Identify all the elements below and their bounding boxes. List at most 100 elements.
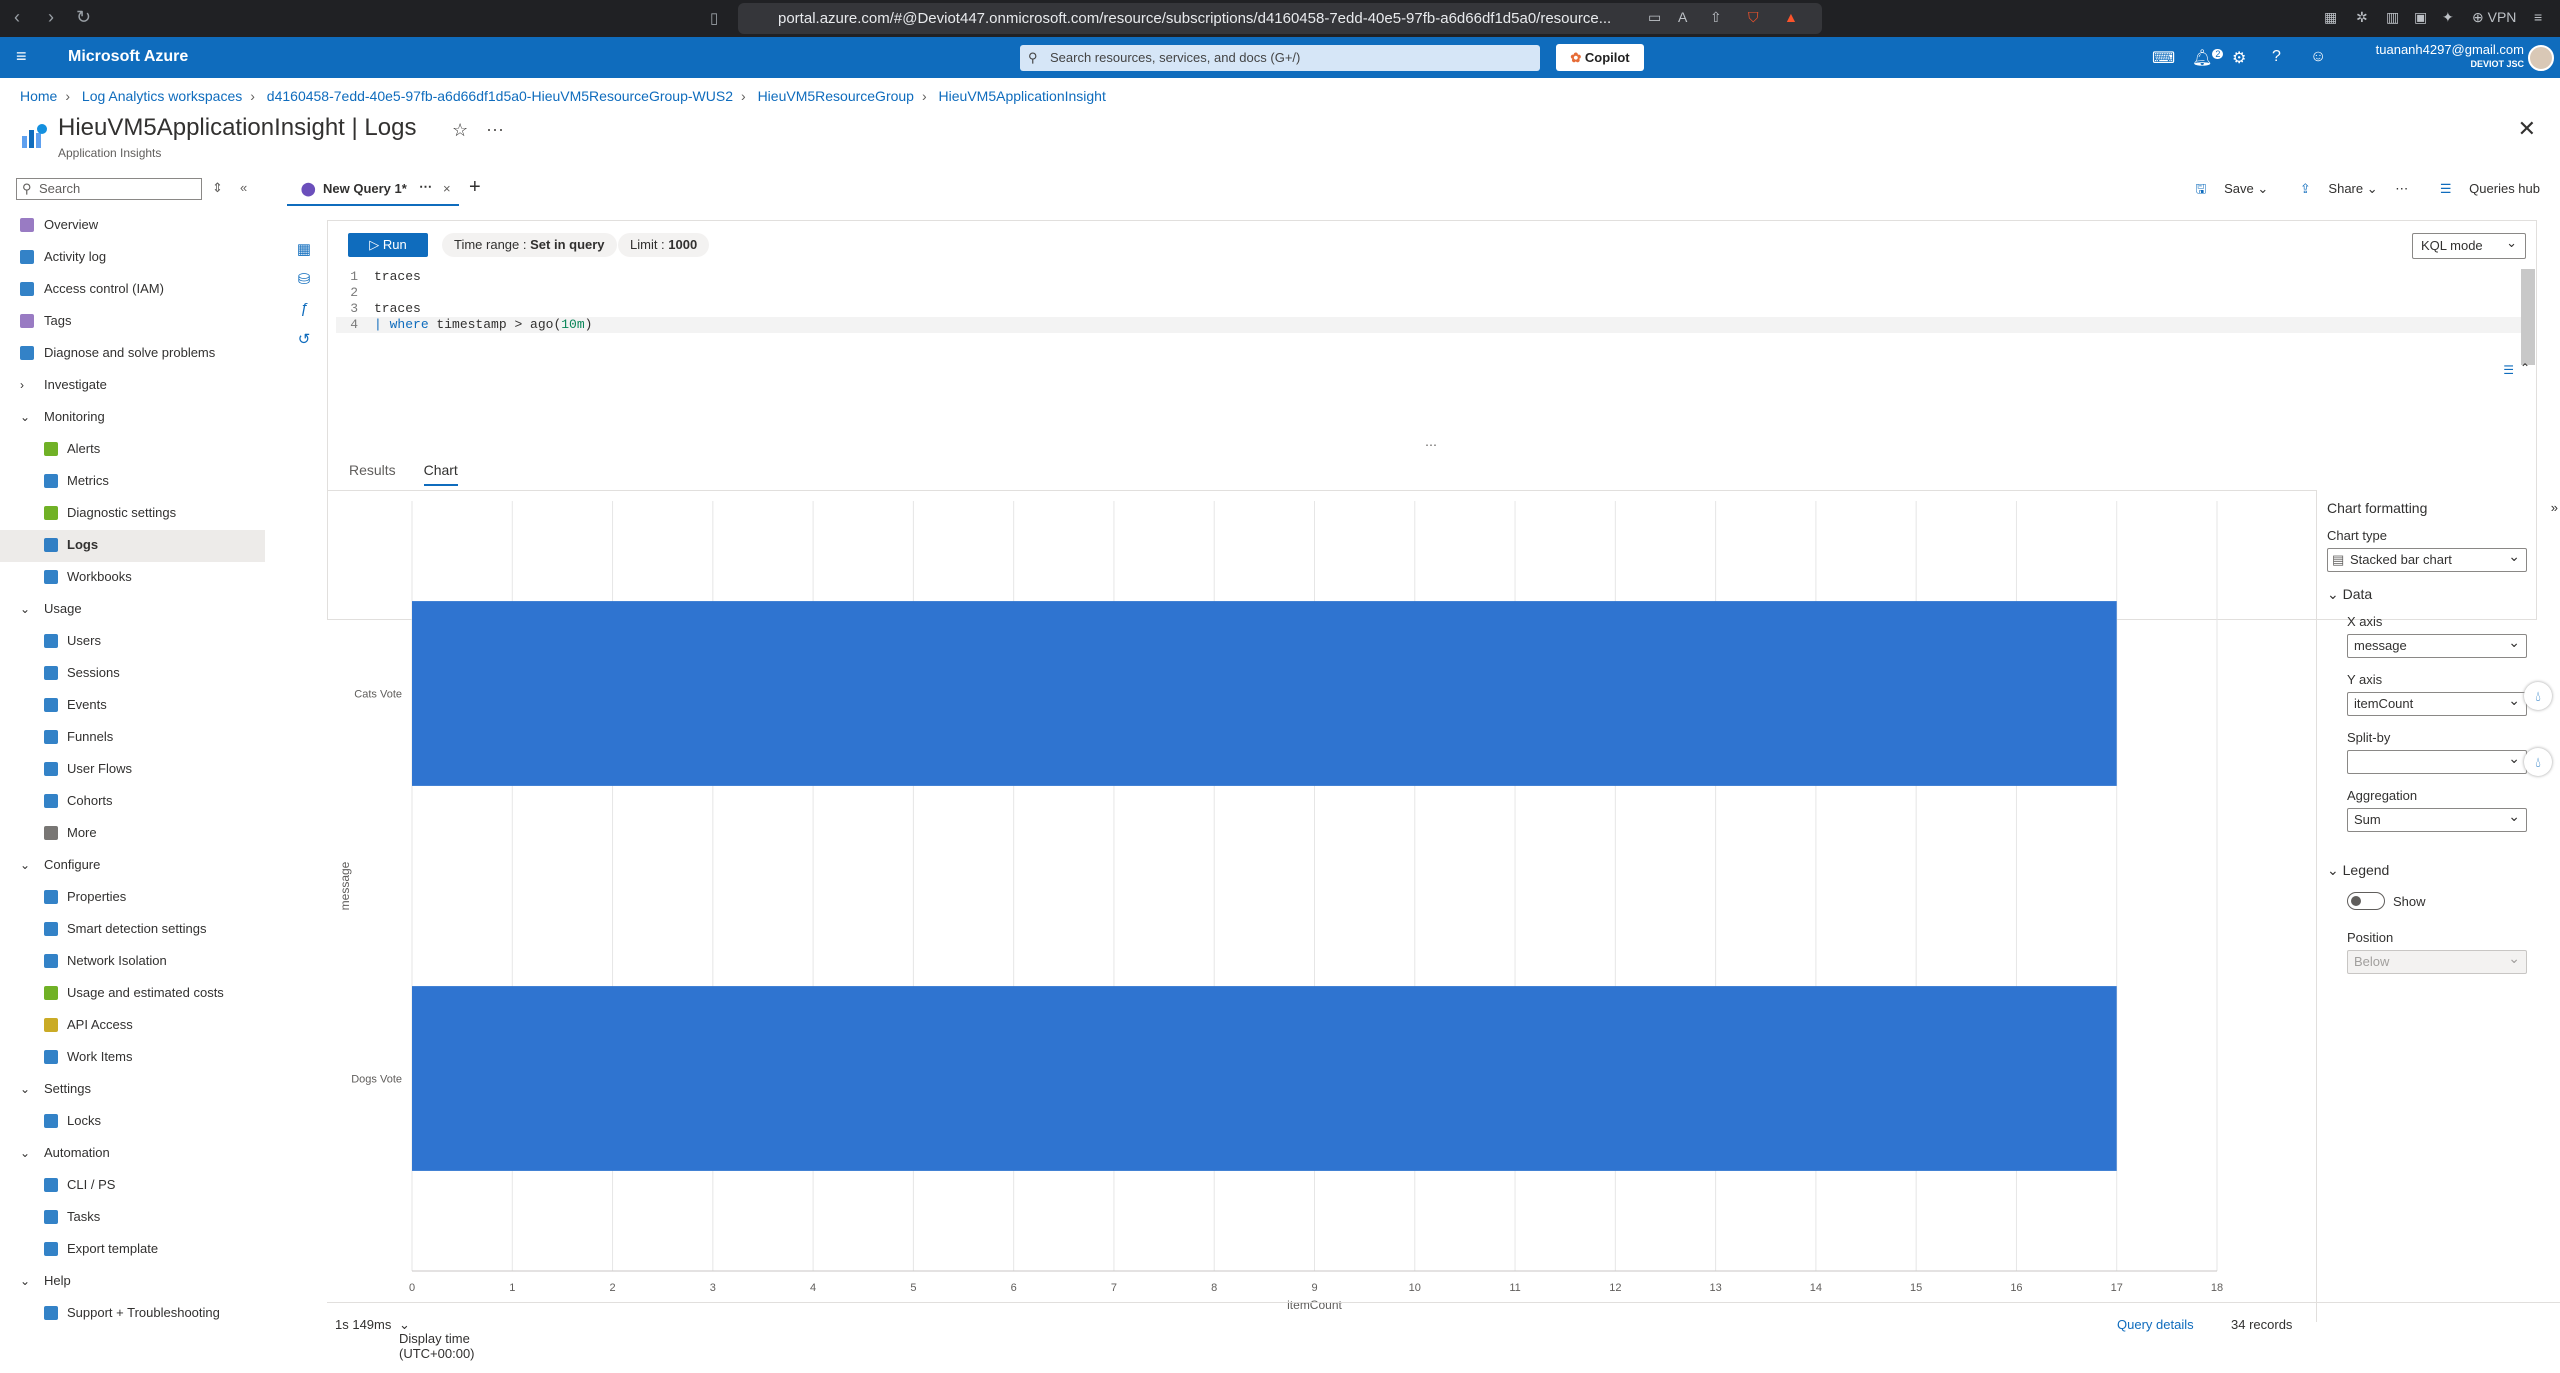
help-icon[interactable]: ? xyxy=(2272,48,2281,66)
vpn-button[interactable]: ⊕ VPN xyxy=(2472,9,2516,26)
sidebar-item-logs[interactable]: Logs xyxy=(0,530,265,562)
functions-icon[interactable]: ƒ xyxy=(295,300,313,318)
favorite-star-icon[interactable]: ☆ xyxy=(452,120,468,141)
sidebar-item-events[interactable]: Events xyxy=(0,690,265,722)
sidebar-item-support-troubleshooting[interactable]: Support + Troubleshooting xyxy=(0,1298,265,1330)
position-dropdown[interactable]: Below xyxy=(2347,947,2527,974)
limit-picker[interactable]: Limit : 1000 xyxy=(618,233,710,257)
legend-section-toggle[interactable]: ⌄ Legend xyxy=(2327,862,2389,879)
extensions-icon[interactable]: ✲ xyxy=(2356,9,2368,26)
format-icon[interactable]: ☰ xyxy=(2503,363,2514,377)
editor-scrollbar[interactable] xyxy=(2521,269,2535,365)
y-axis-dropdown[interactable]: itemCount xyxy=(2347,689,2527,716)
sidebar-item-properties[interactable]: Properties xyxy=(0,882,265,914)
sidebar-item-activity-log[interactable]: Activity log xyxy=(0,242,265,274)
time-range-picker[interactable]: Time range : Set in query xyxy=(442,233,617,257)
tables-icon[interactable]: ▦ xyxy=(295,240,313,258)
sidebar-item-access-control-iam[interactable]: Access control (IAM) xyxy=(0,274,265,306)
settings-icon[interactable]: ⚙ xyxy=(2232,48,2246,68)
tab-results[interactable]: Results xyxy=(349,462,396,484)
chart-type-dropdown[interactable]: ▤ Stacked bar chart xyxy=(2327,545,2527,572)
feedback-icon[interactable]: ☺ xyxy=(2310,48,2326,66)
tab-chart[interactable]: Chart xyxy=(423,462,458,486)
bookmark-icon[interactable]: ▯ xyxy=(710,9,718,27)
breadcrumb-resource-group[interactable]: HieuVM5ResourceGroup xyxy=(758,88,914,104)
sidebar-item-diagnostic-settings[interactable]: Diagnostic settings xyxy=(0,498,265,530)
back-icon[interactable]: ‹ xyxy=(14,7,20,28)
share-page-icon[interactable]: ⇧ xyxy=(1710,9,1722,26)
account-menu[interactable]: tuananh4297@gmail.com DEVIOT JSC xyxy=(2376,43,2524,71)
share-button[interactable]: ⇪ Share ⌄ xyxy=(2286,181,2378,196)
sidebar-item-configure[interactable]: ⌄ Configure xyxy=(0,850,265,882)
legend-show-toggle[interactable] xyxy=(2347,892,2385,910)
sidebar-item-more[interactable]: More xyxy=(0,818,265,850)
close-tab-icon[interactable]: × xyxy=(443,174,451,204)
sidebar-search-input[interactable]: Search xyxy=(16,178,202,200)
wallet-icon[interactable]: ▣ xyxy=(2414,9,2427,26)
query-details-link[interactable]: Query details xyxy=(2117,1317,2194,1332)
azure-brand[interactable]: Microsoft Azure xyxy=(68,48,188,66)
x-axis-dropdown[interactable]: message xyxy=(2347,631,2527,658)
history-icon[interactable]: ↺ xyxy=(295,330,313,348)
split-by-dropdown[interactable] xyxy=(2347,747,2527,774)
breadcrumb-home[interactable]: Home xyxy=(20,88,57,104)
sidebar-item-cli-ps[interactable]: CLI / PS xyxy=(0,1170,265,1202)
sidebar-item-usage[interactable]: ⌄ Usage xyxy=(0,594,265,626)
sidebar-item-network-isolation[interactable]: Network Isolation xyxy=(0,946,265,978)
split-view-icon[interactable]: ▥ xyxy=(2386,9,2399,26)
sidebar-item-monitoring[interactable]: ⌄ Monitoring xyxy=(0,402,265,434)
add-tab-icon[interactable]: + xyxy=(469,176,481,199)
sidebar-item-smart-detection-settings[interactable]: Smart detection settings xyxy=(0,914,265,946)
aggregation-dropdown[interactable]: Sum xyxy=(2347,805,2527,832)
sidebar-item-alerts[interactable]: Alerts xyxy=(0,434,265,466)
resize-handle-icon[interactable]: ⋯ xyxy=(1425,438,1437,452)
sidebar-item-tags[interactable]: Tags xyxy=(0,306,265,338)
cast-icon[interactable]: ▭ xyxy=(1648,9,1661,26)
sidebar-item-overview[interactable]: Overview xyxy=(0,210,265,242)
avatar[interactable] xyxy=(2528,45,2554,71)
tab-more-icon[interactable]: ⋯ xyxy=(419,172,432,202)
sidebar-item-tasks[interactable]: Tasks xyxy=(0,1202,265,1234)
run-button[interactable]: ▷ Run xyxy=(348,233,428,257)
global-search-input[interactable]: ⚲ Search resources, services, and docs (… xyxy=(1020,45,1540,71)
sidebar-item-metrics[interactable]: Metrics xyxy=(0,466,265,498)
code-editor[interactable]: 1 traces 2 3 traces 4 | where timestamp > a… xyxy=(336,269,2526,333)
toolbar-more-icon[interactable]: ⋯ xyxy=(2395,181,2408,196)
brave-shield-icon[interactable]: ⛉ xyxy=(1748,9,1759,26)
more-options-icon[interactable]: ⋯ xyxy=(486,120,504,141)
collapse-editor-icon[interactable]: ⌃ xyxy=(2520,361,2530,375)
breadcrumb-log-analytics[interactable]: Log Analytics workspaces xyxy=(82,88,242,104)
tab-new-query[interactable]: ⬤ New Query 1* ⋯ × xyxy=(287,174,459,206)
data-section-toggle[interactable]: ⌄ Data xyxy=(2327,586,2372,603)
collapse-sidebar-icon[interactable]: « xyxy=(240,180,247,195)
sidebar-item-export-template[interactable]: Export template xyxy=(0,1234,265,1266)
sidebar-item-locks[interactable]: Locks xyxy=(0,1106,265,1138)
sidebar-item-automation[interactable]: ⌄ Automation xyxy=(0,1138,265,1170)
copilot-button[interactable]: ✿ Copilot xyxy=(1556,44,1644,71)
translate-icon[interactable]: A xyxy=(1678,9,1687,25)
sidebar-toggle-icon[interactable]: ▦ xyxy=(2324,9,2337,26)
brave-rewards-icon[interactable]: ▲ xyxy=(1784,9,1798,25)
portal-menu-icon[interactable]: ≡ xyxy=(16,46,27,67)
menu-icon[interactable]: ≡ xyxy=(2534,9,2542,25)
sidebar-item-workbooks[interactable]: Workbooks xyxy=(0,562,265,594)
sidebar-item-investigate[interactable]: › Investigate xyxy=(0,370,265,402)
sidebar-item-settings[interactable]: ⌄ Settings xyxy=(0,1074,265,1106)
sidebar-item-usage-and-estimated-costs[interactable]: Usage and estimated costs xyxy=(0,978,265,1010)
sidebar-item-sessions[interactable]: Sessions xyxy=(0,658,265,690)
breadcrumb-app-insights[interactable]: HieuVM5ApplicationInsight xyxy=(939,88,1106,104)
queries-icon[interactable]: ⛁ xyxy=(295,270,313,288)
sidebar-item-diagnose-and-solve-problems[interactable]: Diagnose and solve problems xyxy=(0,338,265,370)
queries-hub-button[interactable]: ☰ Queries hub xyxy=(2426,181,2540,196)
close-icon[interactable]: ✕ xyxy=(2518,116,2536,142)
sidebar-item-users[interactable]: Users xyxy=(0,626,265,658)
display-time-dropdown[interactable]: Display time (UTC+00:00) ⌄ xyxy=(399,1317,475,1361)
reload-icon[interactable]: ↻ xyxy=(76,7,91,28)
save-button[interactable]: 🖫︎ Save ⌄ xyxy=(2181,181,2268,196)
notifications-icon[interactable]: 🔔︎ 2 xyxy=(2192,48,2224,68)
sidebar-item-help[interactable]: ⌄ Help xyxy=(0,1266,265,1298)
sidebar-item-funnels[interactable]: Funnels xyxy=(0,722,265,754)
leo-icon[interactable]: ✦ xyxy=(2442,9,2454,26)
breadcrumb-workspace[interactable]: d4160458-7edd-40e5-97fb-a6d66df1d5a0-Hie… xyxy=(267,88,733,104)
forward-icon[interactable]: › xyxy=(48,7,54,28)
